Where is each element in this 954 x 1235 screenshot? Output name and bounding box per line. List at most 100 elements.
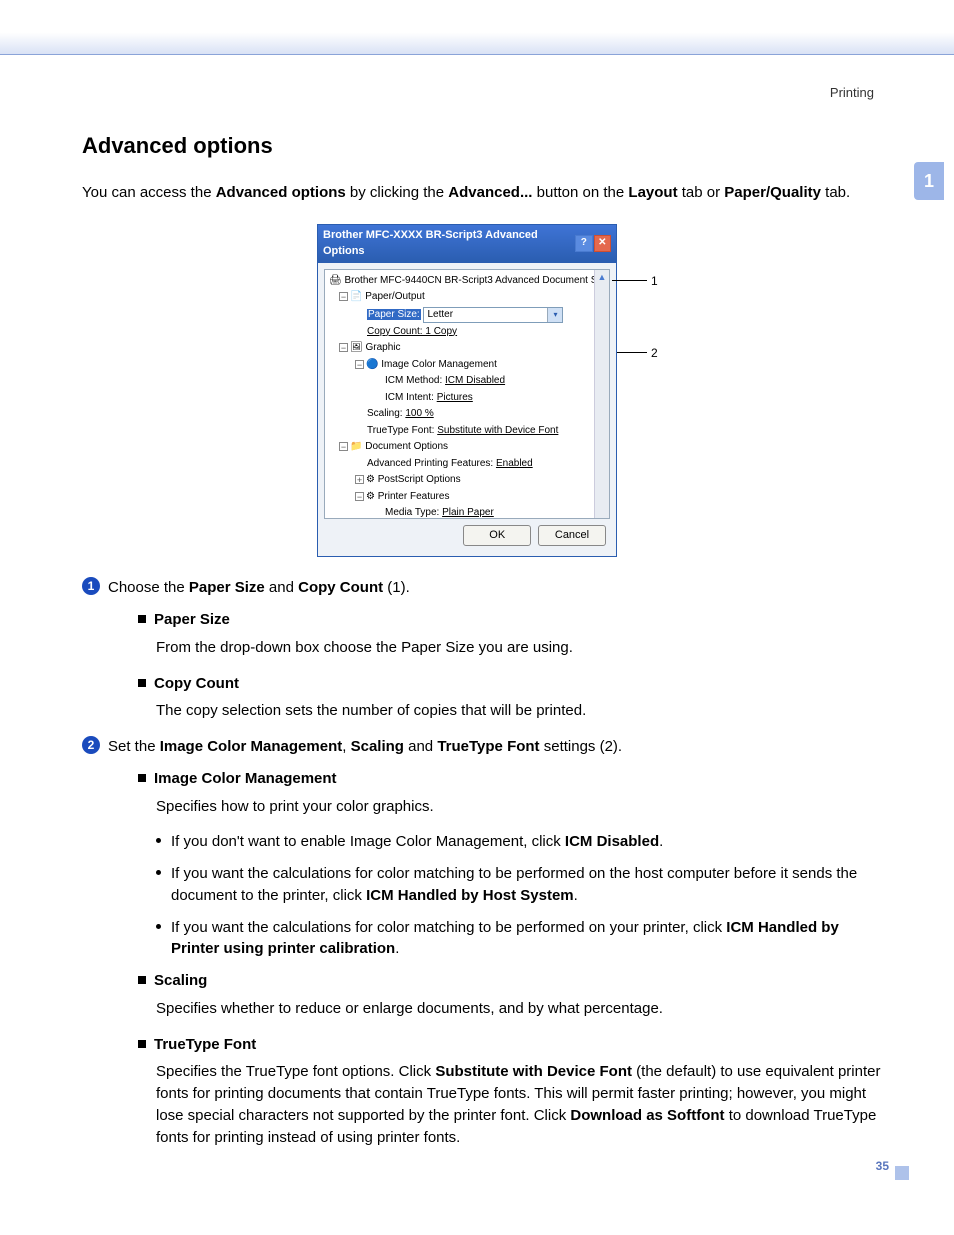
sub-item-icm: Image Color Management Specifies how to … bbox=[138, 768, 882, 960]
dot-icon bbox=[156, 870, 161, 875]
bullet-item: If you want the calculations for color m… bbox=[156, 917, 882, 961]
text: Specifies the TrueType font options. Cli… bbox=[156, 1063, 435, 1080]
sub-item-scaling: Scaling Specifies whether to reduce or e… bbox=[138, 970, 882, 1020]
text-bold: Advanced options bbox=[216, 184, 346, 201]
sub-heading: TrueType Font bbox=[154, 1036, 256, 1053]
square-bullet-icon bbox=[138, 615, 146, 623]
bullet-list: If you don't want to enable Image Color … bbox=[156, 831, 882, 960]
callout-number: 1 bbox=[651, 273, 658, 290]
text-bold: Paper Size bbox=[189, 579, 265, 596]
sub-item-paper-size: Paper Size From the drop-down box choose… bbox=[138, 609, 882, 659]
tree-value: Enabled bbox=[496, 458, 533, 469]
text: tab or bbox=[678, 184, 725, 201]
page-number: 35 bbox=[876, 1159, 889, 1173]
tree-node-printer-features[interactable]: −⚙ Printer Features bbox=[327, 489, 607, 506]
dot-icon bbox=[156, 838, 161, 843]
collapse-icon[interactable]: − bbox=[339, 343, 348, 352]
collapse-icon[interactable]: − bbox=[339, 442, 348, 451]
dialog-buttons: OK Cancel bbox=[318, 525, 616, 557]
tree-label: ICM Intent: bbox=[385, 392, 437, 403]
text: and bbox=[404, 738, 437, 755]
intro-paragraph: You can access the Advanced options by c… bbox=[82, 182, 882, 204]
tree-item-paper-size[interactable]: Paper Size: Letter▾ bbox=[327, 306, 607, 324]
text-bold: Layout bbox=[628, 184, 677, 201]
step-2: 2 Set the Image Color Management, Scalin… bbox=[82, 736, 882, 758]
dialog-title: Brother MFC-XXXX BR-Script3 Advanced Opt… bbox=[323, 228, 574, 260]
chapter-tab: 1 bbox=[914, 162, 944, 200]
top-bar bbox=[0, 0, 954, 55]
tree-item-icm-intent[interactable]: ICM Intent: Pictures bbox=[327, 390, 607, 407]
square-bullet-icon bbox=[138, 1040, 146, 1048]
tree-item-media-type[interactable]: Media Type: Plain Paper bbox=[327, 505, 607, 518]
tree-item-truetype[interactable]: TrueType Font: Substitute with Device Fo… bbox=[327, 423, 607, 440]
scrollbar[interactable]: ▲ bbox=[594, 270, 609, 518]
collapse-icon[interactable]: − bbox=[355, 492, 364, 501]
square-bullet-icon bbox=[138, 976, 146, 984]
text: and bbox=[265, 579, 298, 596]
sub-description: Specifies how to print your color graphi… bbox=[156, 796, 882, 818]
text: settings (2). bbox=[540, 738, 623, 755]
step-2-sublist: Image Color Management Specifies how to … bbox=[138, 768, 882, 1149]
settings-tree[interactable]: ▲ 🖨 Brother MFC-9440CN BR-Script3 Advanc… bbox=[324, 269, 610, 519]
tree-node-graphic[interactable]: −🖼 Graphic bbox=[327, 340, 607, 357]
expand-icon[interactable]: + bbox=[355, 475, 364, 484]
tree-value: ICM Disabled bbox=[445, 375, 505, 386]
text: tab. bbox=[821, 184, 850, 201]
cancel-button[interactable]: Cancel bbox=[538, 525, 606, 547]
text: If you want the calculations for color m… bbox=[171, 919, 726, 936]
tree-item-copy-count[interactable]: Copy Count: 1 Copy bbox=[327, 324, 607, 341]
tree-value: Pictures bbox=[437, 392, 473, 403]
tree-node-icm[interactable]: −🔵 Image Color Management bbox=[327, 357, 607, 374]
tree-item-adv-print[interactable]: Advanced Printing Features: Enabled bbox=[327, 456, 607, 473]
text-bold: Advanced... bbox=[448, 184, 532, 201]
callout-line bbox=[612, 280, 647, 281]
tree-value: 100 % bbox=[405, 408, 433, 419]
tree-label-selected: Paper Size: bbox=[367, 309, 421, 320]
page-content: Advanced options You can access the Adva… bbox=[82, 130, 882, 1162]
dialog-screenshot: 1 2 Brother MFC-XXXX BR-Script3 Advanced… bbox=[317, 224, 647, 558]
callout-line bbox=[617, 352, 647, 353]
chevron-down-icon[interactable]: ▾ bbox=[547, 308, 562, 322]
step-number: 1 bbox=[82, 577, 100, 595]
tree-root[interactable]: 🖨 Brother MFC-9440CN BR-Script3 Advanced… bbox=[327, 273, 607, 290]
sub-item-truetype: TrueType Font Specifies the TrueType fon… bbox=[138, 1034, 882, 1149]
paper-size-dropdown[interactable]: Letter▾ bbox=[423, 307, 563, 323]
scroll-up-icon[interactable]: ▲ bbox=[595, 270, 609, 286]
sub-description: From the drop-down box choose the Paper … bbox=[156, 637, 882, 659]
text-bold: Copy Count bbox=[298, 579, 383, 596]
collapse-icon[interactable]: − bbox=[339, 292, 348, 301]
tree-node-doc-options[interactable]: −📁 Document Options bbox=[327, 439, 607, 456]
text: . bbox=[395, 940, 399, 957]
tree-label: Advanced Printing Features: bbox=[367, 458, 496, 469]
tree-label: Brother MFC-9440CN BR-Script3 Advanced D… bbox=[344, 275, 610, 286]
help-button[interactable]: ? bbox=[575, 235, 592, 252]
sub-description: Specifies whether to reduce or enlarge d… bbox=[156, 998, 882, 1020]
step-text: Set the Image Color Management, Scaling … bbox=[108, 736, 882, 758]
ok-button[interactable]: OK bbox=[463, 525, 531, 547]
tree-node-paper-output[interactable]: −📄 Paper/Output bbox=[327, 289, 607, 306]
square-bullet-icon bbox=[138, 774, 146, 782]
sub-heading: Copy Count bbox=[154, 675, 239, 692]
tree-label: TrueType Font: bbox=[367, 425, 437, 436]
text: button on the bbox=[532, 184, 628, 201]
sub-heading: Paper Size bbox=[154, 611, 230, 628]
sub-description: Specifies the TrueType font options. Cli… bbox=[156, 1061, 882, 1148]
page-corner-decoration bbox=[895, 1166, 909, 1180]
sub-description: The copy selection sets the number of co… bbox=[156, 700, 882, 722]
tree-value: Substitute with Device Font bbox=[437, 425, 558, 436]
step-1-sublist: Paper Size From the drop-down box choose… bbox=[138, 609, 882, 722]
tree-label: Media Type: bbox=[385, 507, 442, 518]
tree-label: PostScript Options bbox=[378, 474, 461, 485]
advanced-options-dialog: Brother MFC-XXXX BR-Script3 Advanced Opt… bbox=[317, 224, 617, 558]
collapse-icon[interactable]: − bbox=[355, 360, 364, 369]
dot-icon bbox=[156, 924, 161, 929]
tree-item-icm-method[interactable]: ICM Method: ICM Disabled bbox=[327, 373, 607, 390]
text: If you don't want to enable Image Color … bbox=[171, 833, 565, 850]
close-button[interactable]: ✕ bbox=[594, 235, 611, 252]
step-text: Choose the Paper Size and Copy Count (1)… bbox=[108, 577, 882, 599]
square-bullet-icon bbox=[138, 679, 146, 687]
text-bold: Download as Softfont bbox=[570, 1107, 724, 1124]
bullet-item: If you don't want to enable Image Color … bbox=[156, 831, 882, 853]
tree-item-scaling[interactable]: Scaling: 100 % bbox=[327, 406, 607, 423]
tree-node-postscript[interactable]: +⚙ PostScript Options bbox=[327, 472, 607, 489]
